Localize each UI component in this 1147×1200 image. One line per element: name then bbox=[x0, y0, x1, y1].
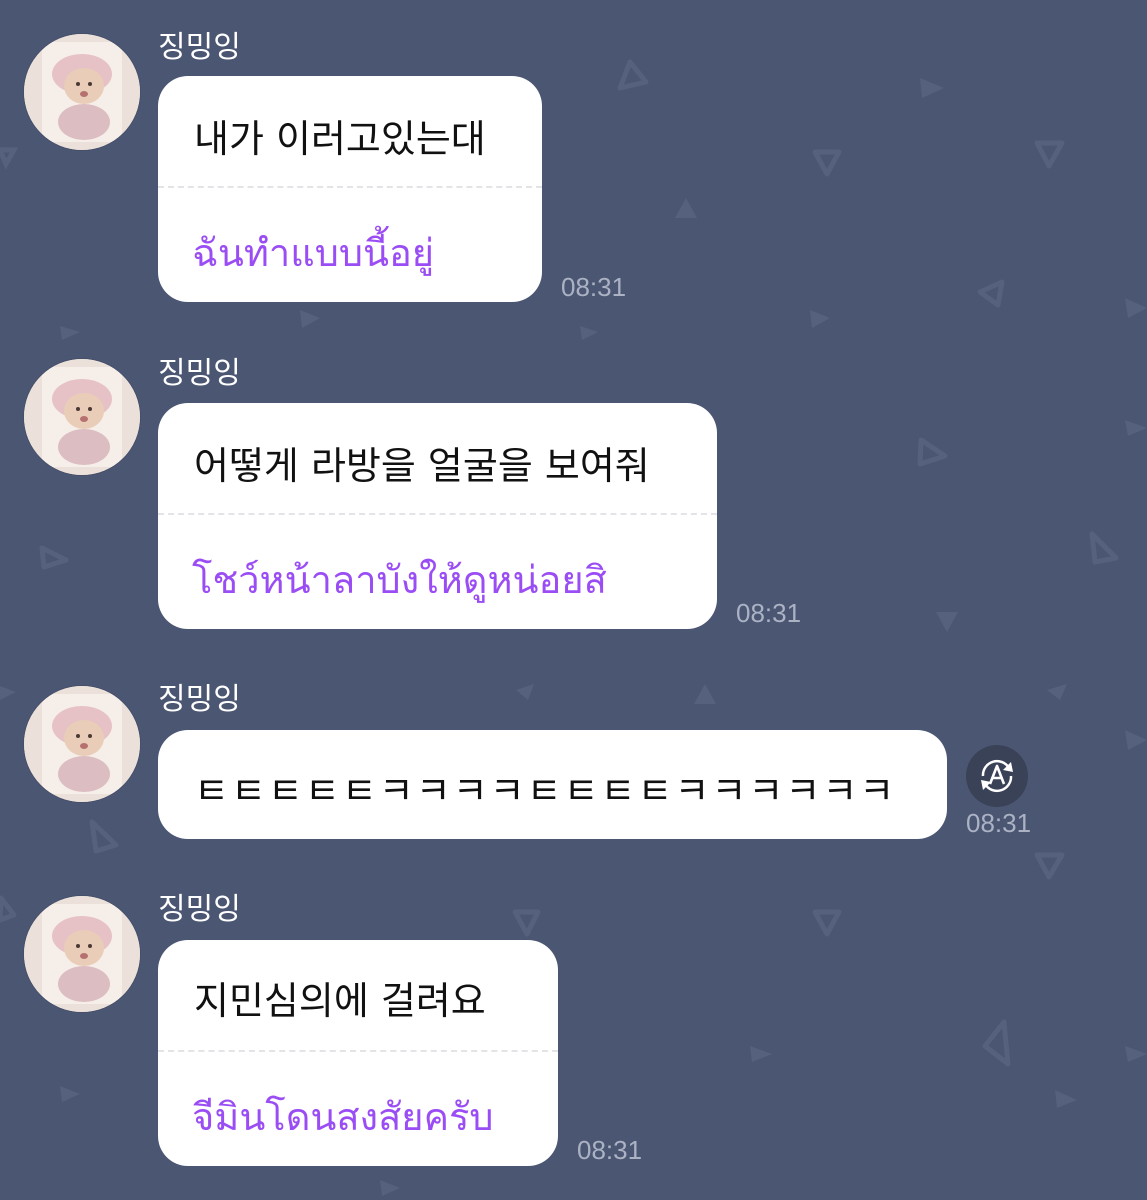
translation-divider bbox=[158, 186, 542, 188]
timestamp: 08:31 bbox=[561, 272, 627, 302]
avatar-photo bbox=[24, 896, 140, 1012]
sender-name: 징밍잉 bbox=[158, 892, 241, 927]
timestamp: 08:31 bbox=[966, 808, 1032, 838]
message-text: 내가 이러고있는대 bbox=[194, 117, 486, 161]
message-text: 지민심의에 걸려요 bbox=[194, 979, 486, 1023]
translation-text: ฉันทำแบบนี้อยู่ bbox=[192, 231, 435, 275]
translation-text: จีมินโดนสงสัยครับ bbox=[192, 1095, 494, 1139]
avatar-photo bbox=[24, 359, 140, 475]
translation-text: โชว์หน้าลาบังให้ดูหน่อยสิ bbox=[192, 558, 607, 602]
message-bubble[interactable]: ㅌㅌㅌㅌㅌㅋㅋㅋㅋㅌㅌㅌㅌㅋㅋㅋㅋㅋㅋ bbox=[158, 730, 947, 839]
message-text: 어떻게 라방을 얼굴을 보여줘 bbox=[194, 444, 650, 488]
timestamp: 08:31 bbox=[736, 598, 802, 628]
message-bubble[interactable]: 지민심의에 걸려요 จีมินโดนสงสัยครับ bbox=[158, 940, 558, 1166]
translation-divider bbox=[158, 1050, 558, 1052]
avatar[interactable] bbox=[24, 686, 140, 802]
timestamp: 08:31 bbox=[577, 1135, 643, 1165]
translation-divider bbox=[158, 513, 717, 515]
avatar[interactable] bbox=[24, 34, 140, 150]
avatar-photo bbox=[24, 686, 140, 802]
message-bubble[interactable]: 내가 이러고있는대 ฉันทำแบบนี้อยู่ bbox=[158, 76, 542, 302]
avatar-photo bbox=[24, 34, 140, 150]
sender-name: 징밍잉 bbox=[158, 30, 241, 65]
message-bubble[interactable]: 어떻게 라방을 얼굴을 보여줘 โชว์หน้าลาบังให้ดูหน่อยส… bbox=[158, 403, 717, 629]
sender-name: 징밍잉 bbox=[158, 682, 241, 717]
translate-icon bbox=[981, 759, 1013, 793]
message-text: ㅌㅌㅌㅌㅌㅋㅋㅋㅋㅌㅌㅌㅌㅋㅋㅋㅋㅋㅋ bbox=[194, 769, 897, 813]
avatar[interactable] bbox=[24, 359, 140, 475]
sender-name: 징밍잉 bbox=[158, 356, 241, 391]
avatar[interactable] bbox=[24, 896, 140, 1012]
translate-button[interactable] bbox=[966, 745, 1028, 807]
